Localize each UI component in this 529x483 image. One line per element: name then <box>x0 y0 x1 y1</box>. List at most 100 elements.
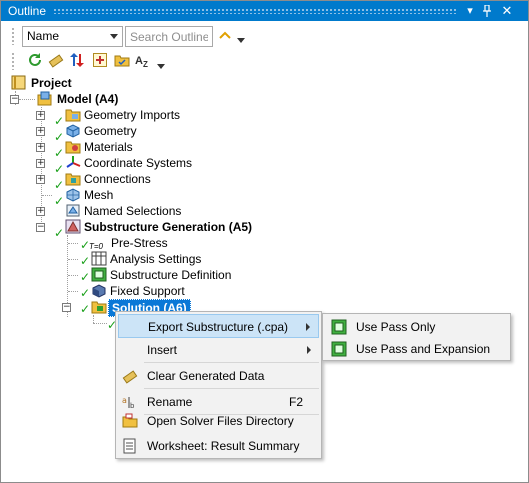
check-icon: ✓ <box>80 270 91 284</box>
expand-toggle[interactable]: + <box>36 127 45 136</box>
menu-item-label: Clear Generated Data <box>147 369 265 383</box>
check-icon: ✓ <box>80 302 91 316</box>
name-filter-value: Name <box>27 29 60 43</box>
tree-line <box>42 195 52 196</box>
worksheet-icon <box>123 438 136 454</box>
submenu-arrow-icon <box>306 323 310 331</box>
menu-item-export-substructure[interactable]: Export Substructure (.cpa) <box>118 314 319 338</box>
collapse-icon[interactable] <box>114 52 132 70</box>
collapse-toggle[interactable]: − <box>62 303 71 312</box>
project-icon <box>11 75 26 90</box>
tree-label: Fixed Support <box>110 284 185 298</box>
menu-item-open-solver-files[interactable]: Open Solver Files Directory <box>118 409 319 433</box>
menu-item-label: Insert <box>147 343 178 357</box>
outline-panel: Outline ▾ ✕ Name AZ Projec <box>0 0 529 483</box>
tree-line <box>93 323 107 324</box>
tree-label: Substructure Generation (A5) <box>84 220 253 234</box>
check-icon: ✓ <box>54 114 65 128</box>
sort-alpha-icon[interactable]: AZ <box>135 52 153 70</box>
toolbar-grip-2 <box>11 52 15 70</box>
check-icon: ✓ <box>54 162 65 176</box>
tree-label: Pre-Stress <box>111 236 168 250</box>
submenu-item-label: Use Pass Only <box>356 320 436 334</box>
tree-label: Geometry Imports <box>84 108 181 122</box>
tree-label: Substructure Definition <box>110 268 232 282</box>
folder-open-icon <box>122 413 138 428</box>
panel-title: Outline <box>8 4 47 18</box>
check-icon: ✓ <box>80 254 91 268</box>
mesh-icon <box>66 188 80 202</box>
check-icon: ✓ <box>54 178 65 192</box>
collapse-toggle[interactable]: − <box>10 95 19 104</box>
expand-toggle[interactable]: + <box>36 207 45 216</box>
tree-line <box>68 259 78 260</box>
menu-item-clear-generated-data[interactable]: Clear Generated Data <box>118 364 319 388</box>
svg-text:a: a <box>122 396 127 405</box>
expand-toggle[interactable]: + <box>36 111 45 120</box>
pin-icon[interactable] <box>479 3 495 19</box>
tree-line <box>93 315 94 323</box>
submenu-item-use-pass-and-expansion[interactable]: Use Pass and Expansion <box>325 338 508 360</box>
name-filter-select[interactable]: Name <box>22 26 123 47</box>
use-pass-icon <box>331 319 347 335</box>
tree-label: Analysis Settings <box>110 252 202 266</box>
menu-shortcut: F2 <box>288 395 303 409</box>
eraser-icon <box>122 370 138 384</box>
refresh-icon[interactable] <box>27 52 45 70</box>
connections-icon <box>65 173 81 186</box>
check-icon: ✓ <box>80 286 91 300</box>
export-submenu: Use Pass Only Use Pass and Expansion <box>322 313 511 361</box>
submenu-item-label: Use Pass and Expansion <box>356 342 491 356</box>
use-pass-expansion-icon <box>331 341 347 357</box>
check-icon: ✓ <box>54 130 65 144</box>
menu-item-worksheet[interactable]: Worksheet: Result Summary <box>118 434 319 458</box>
check-icon: ✓ <box>54 146 65 160</box>
tree-label: Project <box>31 76 72 90</box>
tree-line <box>19 99 35 100</box>
geometry-icon <box>66 124 80 138</box>
tree-label: Materials <box>84 140 133 154</box>
menu-item-label: Worksheet: Result Summary <box>147 439 300 453</box>
expand-toggle[interactable]: + <box>36 143 45 152</box>
menu-item-label: Export Substructure (.cpa) <box>148 320 289 334</box>
menu-separator <box>144 388 319 389</box>
folder-icon <box>65 109 81 122</box>
coordinate-system-icon <box>66 156 81 168</box>
menu-item-label: Rename <box>147 395 193 409</box>
clear-icon[interactable] <box>48 52 66 70</box>
tree-line <box>68 243 78 244</box>
substructure-generation-icon <box>65 219 81 234</box>
substructure-definition-icon <box>91 267 107 282</box>
expand-toggle[interactable]: + <box>36 159 45 168</box>
menu-item-insert[interactable]: Insert <box>118 338 319 362</box>
tree-label: Named Selections <box>84 204 182 218</box>
dropdown-icon[interactable]: ▾ <box>462 3 478 19</box>
panel-titlebar: Outline ▾ ✕ <box>1 1 528 21</box>
expand-all-icon[interactable] <box>92 52 110 70</box>
search-up-icon[interactable] <box>218 28 232 42</box>
check-icon: ✓ <box>54 194 65 208</box>
tree-label: Connections <box>84 172 151 186</box>
tree-line <box>68 275 78 276</box>
submenu-item-use-pass-only[interactable]: Use Pass Only <box>325 316 508 338</box>
sort-options-icon[interactable] <box>157 64 165 69</box>
menu-item-label: Open Solver Files Directory <box>147 414 294 428</box>
expand-toggle[interactable]: + <box>36 175 45 184</box>
model-icon <box>37 91 52 106</box>
solution-icon <box>91 301 107 314</box>
rename-icon: ab <box>122 396 135 410</box>
search-options-icon[interactable] <box>237 38 245 43</box>
tree-label: Coordinate Systems <box>84 156 193 170</box>
close-icon[interactable]: ✕ <box>499 3 515 19</box>
sort-icon[interactable] <box>69 52 87 70</box>
collapse-toggle[interactable]: − <box>36 223 45 232</box>
titlebar-grip <box>53 8 458 14</box>
tree-label: Geometry <box>84 124 137 138</box>
tree-label: Model (A4) <box>57 92 119 106</box>
search-input[interactable] <box>125 26 213 47</box>
named-selections-icon <box>66 204 80 217</box>
fixed-support-icon <box>92 284 106 298</box>
toolbar-grip <box>11 27 15 45</box>
tree-label: Mesh <box>84 188 114 202</box>
check-icon: ✓ <box>54 226 65 240</box>
